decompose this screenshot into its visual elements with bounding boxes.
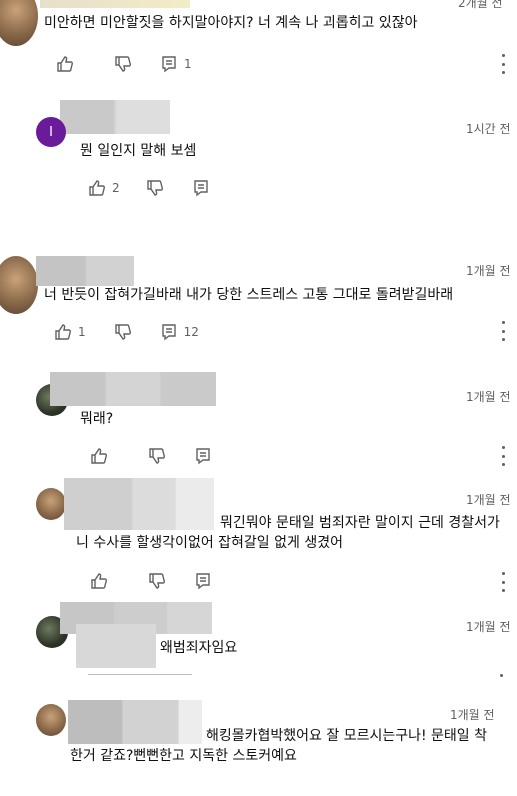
comment-actions: 1 [56,55,192,73]
comment-time: 1개월 전 [466,620,511,634]
comment-actions [90,447,212,465]
comment-text-line2: 니 수사를 할생각이없어 잡혀갈일 없게 생겼어 [76,535,343,551]
more-options-partial-icon[interactable] [500,674,503,677]
comment-time: 1개월 전 [450,708,495,722]
comment-actions [90,572,212,590]
more-options-icon[interactable] [500,572,506,592]
comment-text-line1: 해킹몰카협박했어요 잘 모르시는구나! 문태일 착 [206,728,488,744]
jesus-avatar[interactable] [36,704,66,736]
dislike-icon[interactable] [148,447,166,465]
comment-actions: 2 [88,179,210,197]
reply-count: 1 [184,57,192,71]
comment-time: 2개월 전 [458,0,503,10]
redacted-username [60,100,170,134]
comment-text: 왜범죄자임요 [160,640,238,656]
like-icon[interactable] [56,55,74,73]
reply-count: 12 [183,325,199,339]
redacted-username [40,0,190,8]
reply-icon[interactable] [194,447,212,465]
more-options-icon[interactable] [500,54,506,74]
dislike-icon[interactable] [146,179,164,197]
comment-time: 1개월 전 [466,264,511,278]
more-options-icon[interactable] [500,446,506,466]
comment-time: 1개월 전 [466,493,511,507]
reply-icon[interactable] [160,55,178,73]
comment-time: 1시간 전 [466,122,511,136]
like-icon[interactable] [90,572,108,590]
action-row-partial [88,674,192,678]
user-avatar[interactable]: I [36,117,66,147]
comment-text: 미안하면 미안할짓을 하지말아야지? 너 계속 나 괴롭히고 있잖아 [44,15,418,31]
redacted-username [50,372,216,406]
comment-text: 뭔 일인지 말해 보셈 [80,143,197,159]
redacted-username [36,256,134,286]
like-icon[interactable] [90,447,108,465]
jesus-avatar[interactable] [0,256,38,314]
comment-text-line1: 뭐긴뭐야 문태일 범죄자란 말이지 근데 경찰서가 [220,515,500,531]
like-count: 2 [112,181,120,195]
redacted-username [64,478,214,530]
comment-actions: 1 12 [54,323,199,341]
jesus-avatar[interactable] [36,488,66,520]
redacted-username [68,700,202,744]
more-options-icon[interactable] [500,321,506,341]
comment-text: 뭐래? [80,411,114,427]
reply-icon[interactable] [160,323,178,341]
like-count: 1 [78,325,86,339]
dislike-icon[interactable] [114,323,132,341]
comment-time: 1개월 전 [466,390,511,404]
reply-icon[interactable] [194,572,212,590]
reply-icon[interactable] [192,179,210,197]
like-icon[interactable] [88,179,106,197]
comment-text-line2: 한거 같죠?뻔뻔한고 지독한 스토커예요 [70,748,297,764]
like-icon[interactable] [54,323,72,341]
dislike-icon[interactable] [148,572,166,590]
dislike-icon[interactable] [114,55,132,73]
avatar-letter: I [49,124,53,140]
comment-text: 너 반듯이 잡혀가길바래 내가 당한 스트레스 고통 그대로 돌려받길바래 [44,287,454,303]
jesus-avatar[interactable] [0,0,38,46]
redacted-username [76,624,156,668]
